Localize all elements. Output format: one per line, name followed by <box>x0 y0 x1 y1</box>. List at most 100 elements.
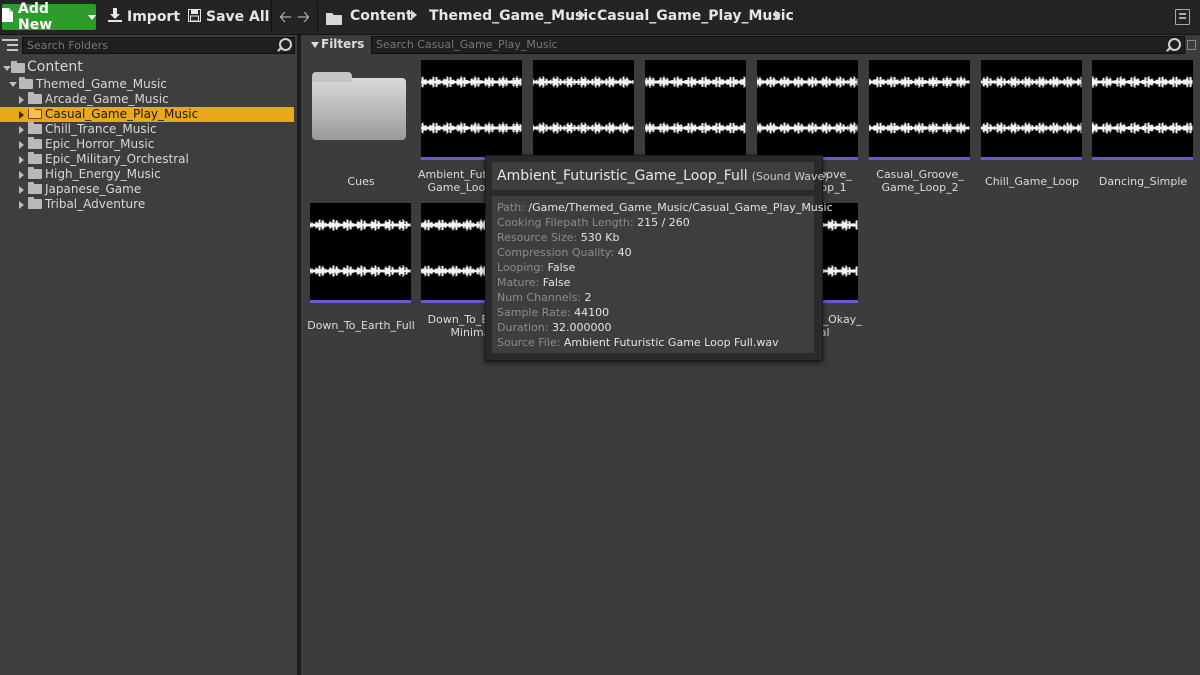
save-icon <box>188 8 201 26</box>
folder-icon <box>11 61 25 73</box>
back-arrow-icon[interactable]: 🡠 <box>279 6 292 33</box>
breadcrumb-arrow-icon[interactable] <box>775 10 781 20</box>
search-icon <box>279 38 292 51</box>
toolbar-divider <box>317 2 318 32</box>
tree-item-folder[interactable]: Epic_Military_Orchestral <box>0 152 294 167</box>
waveform-graphic <box>645 76 746 88</box>
expand-arrow-icon[interactable] <box>19 141 24 149</box>
breadcrumb-themed-game-music[interactable]: Themed_Game_Music <box>429 8 596 24</box>
tooltip-key: Sample Rate: <box>497 306 571 319</box>
tooltip-key: Path: <box>497 201 525 214</box>
asset-label: Casual_Groove_ Game_Loop_2 <box>876 168 964 194</box>
add-new-button[interactable]: Add New <box>2 1 96 33</box>
tooltip-key: Resource Size: <box>497 231 578 244</box>
tooltip-value: 32.000000 <box>551 321 612 334</box>
sources-toggle-icon[interactable] <box>2 38 18 52</box>
expand-arrow-icon[interactable] <box>19 96 24 104</box>
folder-open-icon <box>326 10 342 29</box>
tooltip-body: Path: /Game/Themed_Game_Music/Casual_Gam… <box>492 196 833 353</box>
filter-icon <box>311 42 319 48</box>
save-all-button[interactable]: Save All <box>188 4 269 30</box>
tooltip-value: /Game/Themed_Game_Music/Casual_Game_Play… <box>528 201 833 214</box>
expand-arrow-icon[interactable] <box>19 186 24 194</box>
asset-label: Down_To_Earth_Full <box>307 319 415 332</box>
folder-search-row: Search Folders <box>0 35 297 56</box>
forward-arrow-icon[interactable]: 🡢 <box>297 6 310 33</box>
folder-icon <box>312 72 406 140</box>
tooltip-row: Sample Rate: 44100 <box>497 306 609 319</box>
tree-item-label: High_Energy_Music <box>45 167 161 181</box>
folder-icon <box>28 108 42 119</box>
import-label: Import <box>127 9 181 25</box>
tree-item-folder[interactable]: Japanese_Game <box>0 182 294 197</box>
tree-item-folder-selected[interactable]: Casual_Game_Play_Music <box>0 107 294 122</box>
waveform-graphic <box>1092 76 1193 88</box>
breadcrumb-arrow-icon[interactable] <box>579 10 585 20</box>
sound-wave-thumbnail <box>645 60 746 160</box>
waveform-graphic <box>310 265 411 277</box>
tooltip-key: Source File: <box>497 336 561 349</box>
tooltip-key: Num Channels: <box>497 291 582 304</box>
breadcrumb-casual-game-play-music[interactable]: Casual_Game_Play_Music <box>597 8 794 24</box>
folder-icon <box>28 122 42 134</box>
waveform-graphic <box>645 122 746 134</box>
tooltip-value: 44100 <box>574 306 610 319</box>
tree-item-label: Arcade_Game_Music <box>45 92 169 106</box>
folder-icon <box>28 197 42 209</box>
expand-arrow-icon[interactable] <box>19 156 24 164</box>
tree-item-folder[interactable]: Arcade_Game_Music <box>0 92 294 107</box>
tree-item-folder[interactable]: Epic_Horror_Music <box>0 137 294 152</box>
tree-item-content[interactable]: Content <box>0 60 294 76</box>
tree-item-label: Epic_Horror_Music <box>45 137 155 151</box>
tree-item-label: Casual_Game_Play_Music <box>45 107 199 121</box>
tree-item-themed-game-music[interactable]: Themed_Game_Music <box>0 77 294 92</box>
expand-arrow-icon[interactable] <box>9 82 17 87</box>
tooltip-row: Duration: 32.000000 <box>497 321 611 334</box>
tree-item-label: Japanese_Game <box>45 182 142 196</box>
tooltip-row: Looping: False <box>497 261 575 274</box>
waveform-graphic <box>421 76 522 88</box>
breadcrumb-content[interactable]: Content <box>350 8 413 24</box>
folder-tree-panel: Search Folders Content Themed_Game_Music… <box>0 35 297 675</box>
tooltip-value: False <box>542 276 571 289</box>
search-folders-placeholder: Search Folders <box>27 39 109 52</box>
tree-item-label: Tribal_Adventure <box>45 197 146 211</box>
expand-arrow-icon[interactable] <box>19 171 24 179</box>
sound-wave-thumbnail <box>757 60 858 160</box>
tooltip-value: 2 <box>584 291 592 304</box>
waveform-graphic <box>533 122 634 134</box>
tree-item-label: Chill_Trance_Music <box>45 122 157 136</box>
tooltip-asset-type: (Sound Wave) <box>751 170 829 183</box>
search-folders-input[interactable]: Search Folders <box>22 37 295 54</box>
sound-wave-thumbnail <box>981 60 1082 160</box>
import-button[interactable]: Import <box>108 4 180 30</box>
folder-icon <box>28 182 42 194</box>
folder-icon <box>28 152 42 164</box>
tree-item-folder[interactable]: Chill_Trance_Music <box>0 122 294 137</box>
tooltip-key: Looping: <box>497 261 545 274</box>
tooltip-key: Duration: <box>497 321 549 334</box>
search-assets-input[interactable]: Search Casual_Game_Play_Music <box>371 36 1185 54</box>
search-icon <box>1168 38 1181 51</box>
tree-item-folder[interactable]: Tribal_Adventure <box>0 197 294 212</box>
expand-arrow-icon[interactable] <box>19 201 24 209</box>
tooltip-row: Cooking Filepath Length: 215 / 260 <box>497 216 690 229</box>
expand-arrow-icon[interactable] <box>3 66 11 71</box>
chevron-down-icon <box>88 14 96 20</box>
tree-item-label: Epic_Military_Orchestral <box>45 152 189 166</box>
history-icon[interactable] <box>1175 9 1190 25</box>
toolbar: Add New Import Save All 🡠 🡢 Content Them… <box>0 0 1200 35</box>
filters-button[interactable]: Filters <box>311 37 378 51</box>
breadcrumb-arrow-icon[interactable] <box>411 10 417 20</box>
tooltip-header: Ambient_Futuristic_Game_Loop_Full (Sound … <box>492 162 829 190</box>
save-all-label: Save All <box>206 9 270 25</box>
asset-label: Chill_Game_Loop <box>985 175 1079 188</box>
save-search-icon[interactable] <box>1187 40 1196 50</box>
expand-arrow-icon[interactable] <box>19 111 24 119</box>
waveform-graphic <box>757 76 858 88</box>
toolbar-divider <box>271 2 272 32</box>
expand-arrow-icon[interactable] <box>19 126 24 134</box>
asset-label: Cues <box>347 175 375 188</box>
tree-item-folder[interactable]: High_Energy_Music <box>0 167 294 182</box>
download-icon <box>108 8 122 26</box>
